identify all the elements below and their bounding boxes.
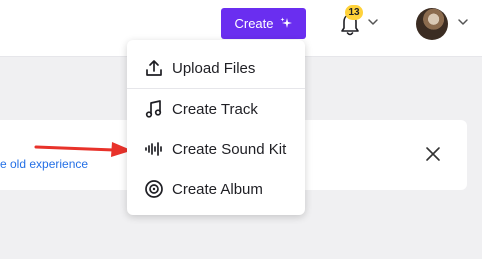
menu-item-upload-files[interactable]: Upload Files: [127, 50, 305, 86]
notification-count-badge: 13: [345, 5, 363, 20]
close-icon[interactable]: [424, 145, 442, 163]
menu-item-label: Create Track: [172, 100, 258, 118]
menu-item-label: Upload Files: [172, 59, 256, 77]
menu-item-label: Create Album: [172, 180, 263, 198]
create-button-label: Create: [234, 16, 274, 31]
create-dropdown-menu: Upload Files Create Track Create Sound K…: [127, 40, 305, 215]
music-note-icon: [144, 99, 164, 119]
waveform-icon: [144, 139, 164, 159]
album-icon: [144, 179, 164, 199]
old-experience-link[interactable]: e old experience: [0, 157, 88, 171]
sparkle-icon: [280, 17, 293, 30]
menu-item-label: Create Sound Kit: [172, 140, 287, 158]
menu-item-create-sound-kit[interactable]: Create Sound Kit: [127, 131, 305, 167]
create-button[interactable]: Create: [221, 8, 306, 39]
annotation-arrow-icon: [34, 142, 132, 157]
menu-divider: [127, 88, 305, 89]
avatar[interactable]: [416, 8, 448, 40]
chevron-down-icon[interactable]: [457, 17, 469, 27]
menu-item-create-track[interactable]: Create Track: [127, 91, 305, 127]
chevron-down-icon[interactable]: [367, 17, 379, 27]
upload-icon: [144, 58, 164, 78]
menu-item-create-album[interactable]: Create Album: [127, 171, 305, 207]
